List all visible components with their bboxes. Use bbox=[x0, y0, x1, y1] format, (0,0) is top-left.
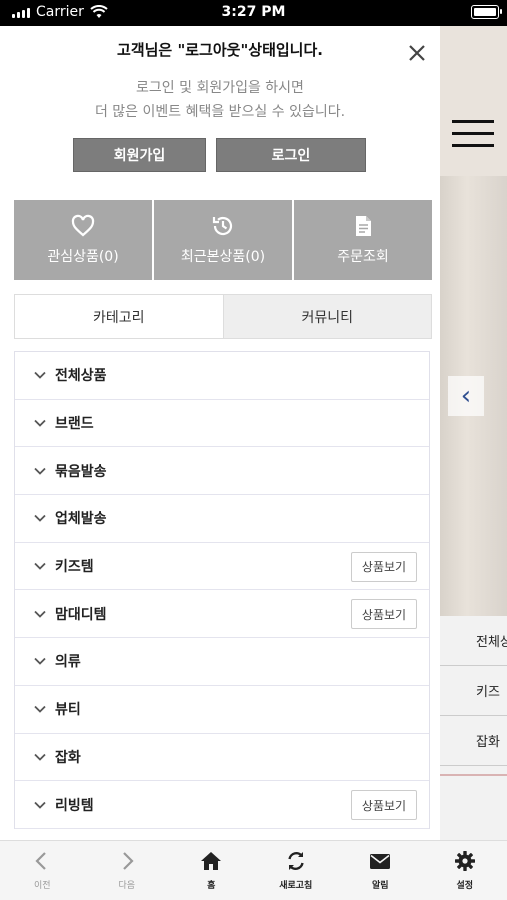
nav-refresh-button[interactable]: 새로고침 bbox=[254, 841, 339, 900]
category-label: 업체발송 bbox=[55, 511, 107, 528]
view-products-button[interactable]: 상품보기 bbox=[351, 599, 417, 630]
background-header bbox=[440, 26, 507, 176]
wishlist-label: 관심상품(0) bbox=[47, 249, 119, 265]
background-list: 전체상 키즈 잡화 bbox=[440, 616, 507, 840]
category-label: 키즈템 bbox=[55, 559, 94, 576]
category-label: 리빙템 bbox=[55, 797, 94, 814]
login-button[interactable]: 로그인 bbox=[216, 138, 366, 172]
nav-notifications-button[interactable]: 알림 bbox=[338, 841, 423, 900]
chevron-down-icon bbox=[34, 562, 46, 570]
chevron-down-icon bbox=[34, 419, 46, 427]
bottom-nav: 이전 다음 홈 새로고침 알림 설정 bbox=[0, 840, 507, 900]
view-products-button[interactable]: 상품보기 bbox=[351, 551, 417, 582]
category-item-parents[interactable]: 맘대디템 상품보기 bbox=[15, 590, 429, 639]
chevron-down-icon bbox=[34, 515, 46, 523]
tab-category[interactable]: 카테고리 bbox=[15, 295, 223, 338]
chevron-down-icon bbox=[34, 706, 46, 713]
list-item[interactable]: 전체상 bbox=[440, 616, 507, 666]
category-item-beauty[interactable]: 뷰티 bbox=[15, 686, 429, 734]
category-label: 브랜드 bbox=[55, 416, 94, 433]
category-label: 전체상품 bbox=[55, 368, 107, 385]
status-bar: Carrier 3:27 PM bbox=[0, 0, 507, 26]
view-products-button[interactable]: 상품보기 bbox=[351, 790, 417, 821]
category-item-living[interactable]: 리빙템 상품보기 bbox=[15, 781, 429, 829]
category-item-all[interactable]: 전체상품 bbox=[15, 352, 429, 400]
chevron-down-icon bbox=[34, 610, 46, 618]
nav-label: 다음 bbox=[118, 881, 136, 891]
category-label: 맘대디템 bbox=[55, 606, 107, 623]
nav-forward-button[interactable]: 다음 bbox=[85, 841, 170, 900]
category-item-kids[interactable]: 키즈템 상품보기 bbox=[15, 543, 429, 591]
chevron-left-icon bbox=[35, 852, 47, 870]
category-label: 묶음발송 bbox=[55, 463, 107, 480]
category-item-brand[interactable]: 브랜드 bbox=[15, 400, 429, 448]
status-time: 3:27 PM bbox=[221, 4, 286, 20]
login-status-title: 고객님은 "로그아웃"상태입니다. bbox=[117, 41, 323, 59]
quick-links: 관심상품(0) 최근본상품(0) 주문조회 bbox=[14, 200, 432, 280]
recent-items-button[interactable]: 최근본상품(0) bbox=[154, 200, 292, 280]
order-lookup-button[interactable]: 주문조회 bbox=[294, 200, 432, 280]
hamburger-icon[interactable] bbox=[452, 120, 494, 156]
chevron-down-icon bbox=[34, 658, 46, 666]
category-label: 잡화 bbox=[55, 749, 81, 766]
nav-home-button[interactable]: 홈 bbox=[169, 841, 254, 900]
side-drawer: 고객님은 "로그아웃"상태입니다. 로그인 및 회원가입을 하시면 더 많은 이… bbox=[0, 26, 440, 840]
wishlist-button[interactable]: 관심상품(0) bbox=[14, 200, 152, 280]
drawer-tabs: 카테고리 커뮤니티 bbox=[14, 294, 432, 339]
battery-icon bbox=[471, 5, 502, 19]
nav-label: 설정 bbox=[456, 881, 474, 891]
login-status-desc: 로그인 및 회원가입을 하시면 더 많은 이벤트 혜택을 받으실 수 있습니다. bbox=[0, 76, 440, 124]
chevron-left-icon[interactable]: ‹ bbox=[448, 376, 484, 416]
order-lookup-label: 주문조회 bbox=[337, 249, 389, 265]
mail-icon bbox=[370, 854, 391, 869]
category-item-clothing[interactable]: 의류 bbox=[15, 638, 429, 686]
heart-icon bbox=[71, 214, 95, 237]
list-item[interactable]: 키즈 bbox=[440, 666, 507, 716]
chevron-right-icon bbox=[122, 852, 134, 870]
category-item-bundle-shipping[interactable]: 묶음발송 bbox=[15, 447, 429, 496]
nav-label: 알림 bbox=[371, 881, 389, 891]
recent-items-label: 최근본상품(0) bbox=[180, 249, 266, 265]
signup-button[interactable]: 회원가입 bbox=[73, 138, 206, 172]
gear-icon bbox=[454, 851, 475, 871]
nav-settings-button[interactable]: 설정 bbox=[423, 841, 507, 900]
nav-back-button[interactable]: 이전 bbox=[0, 841, 85, 900]
chevron-down-icon bbox=[34, 801, 46, 809]
desc-line-1: 로그인 및 회원가입을 하시면 bbox=[136, 80, 304, 96]
category-label: 뷰티 bbox=[55, 702, 81, 719]
divider bbox=[440, 774, 507, 776]
category-item-vendor-shipping[interactable]: 업체발송 bbox=[15, 495, 429, 543]
list-item[interactable]: 잡화 bbox=[440, 716, 507, 766]
tab-community[interactable]: 커뮤니티 bbox=[222, 295, 431, 338]
nav-label: 홈 bbox=[207, 881, 216, 891]
chevron-down-icon bbox=[34, 372, 46, 380]
refresh-icon bbox=[288, 852, 304, 870]
home-icon bbox=[201, 852, 222, 870]
category-list: 전체상품 브랜드 묶음발송 업체발송 키즈템 상품보기 맘대디템 상품보기 의류 bbox=[14, 351, 430, 829]
chevron-down-icon bbox=[34, 753, 46, 761]
background-page: ‹ 전체상 키즈 잡화 bbox=[440, 26, 507, 840]
category-label: 의류 bbox=[55, 654, 81, 671]
nav-label: 새로고침 bbox=[279, 881, 313, 891]
history-icon bbox=[212, 216, 233, 236]
chevron-down-icon bbox=[34, 467, 46, 475]
category-item-goods[interactable]: 잡화 bbox=[15, 734, 429, 782]
document-icon bbox=[356, 216, 371, 236]
desc-line-2: 더 많은 이벤트 혜택을 받으실 수 있습니다. bbox=[94, 104, 346, 120]
nav-label: 이전 bbox=[33, 881, 51, 891]
